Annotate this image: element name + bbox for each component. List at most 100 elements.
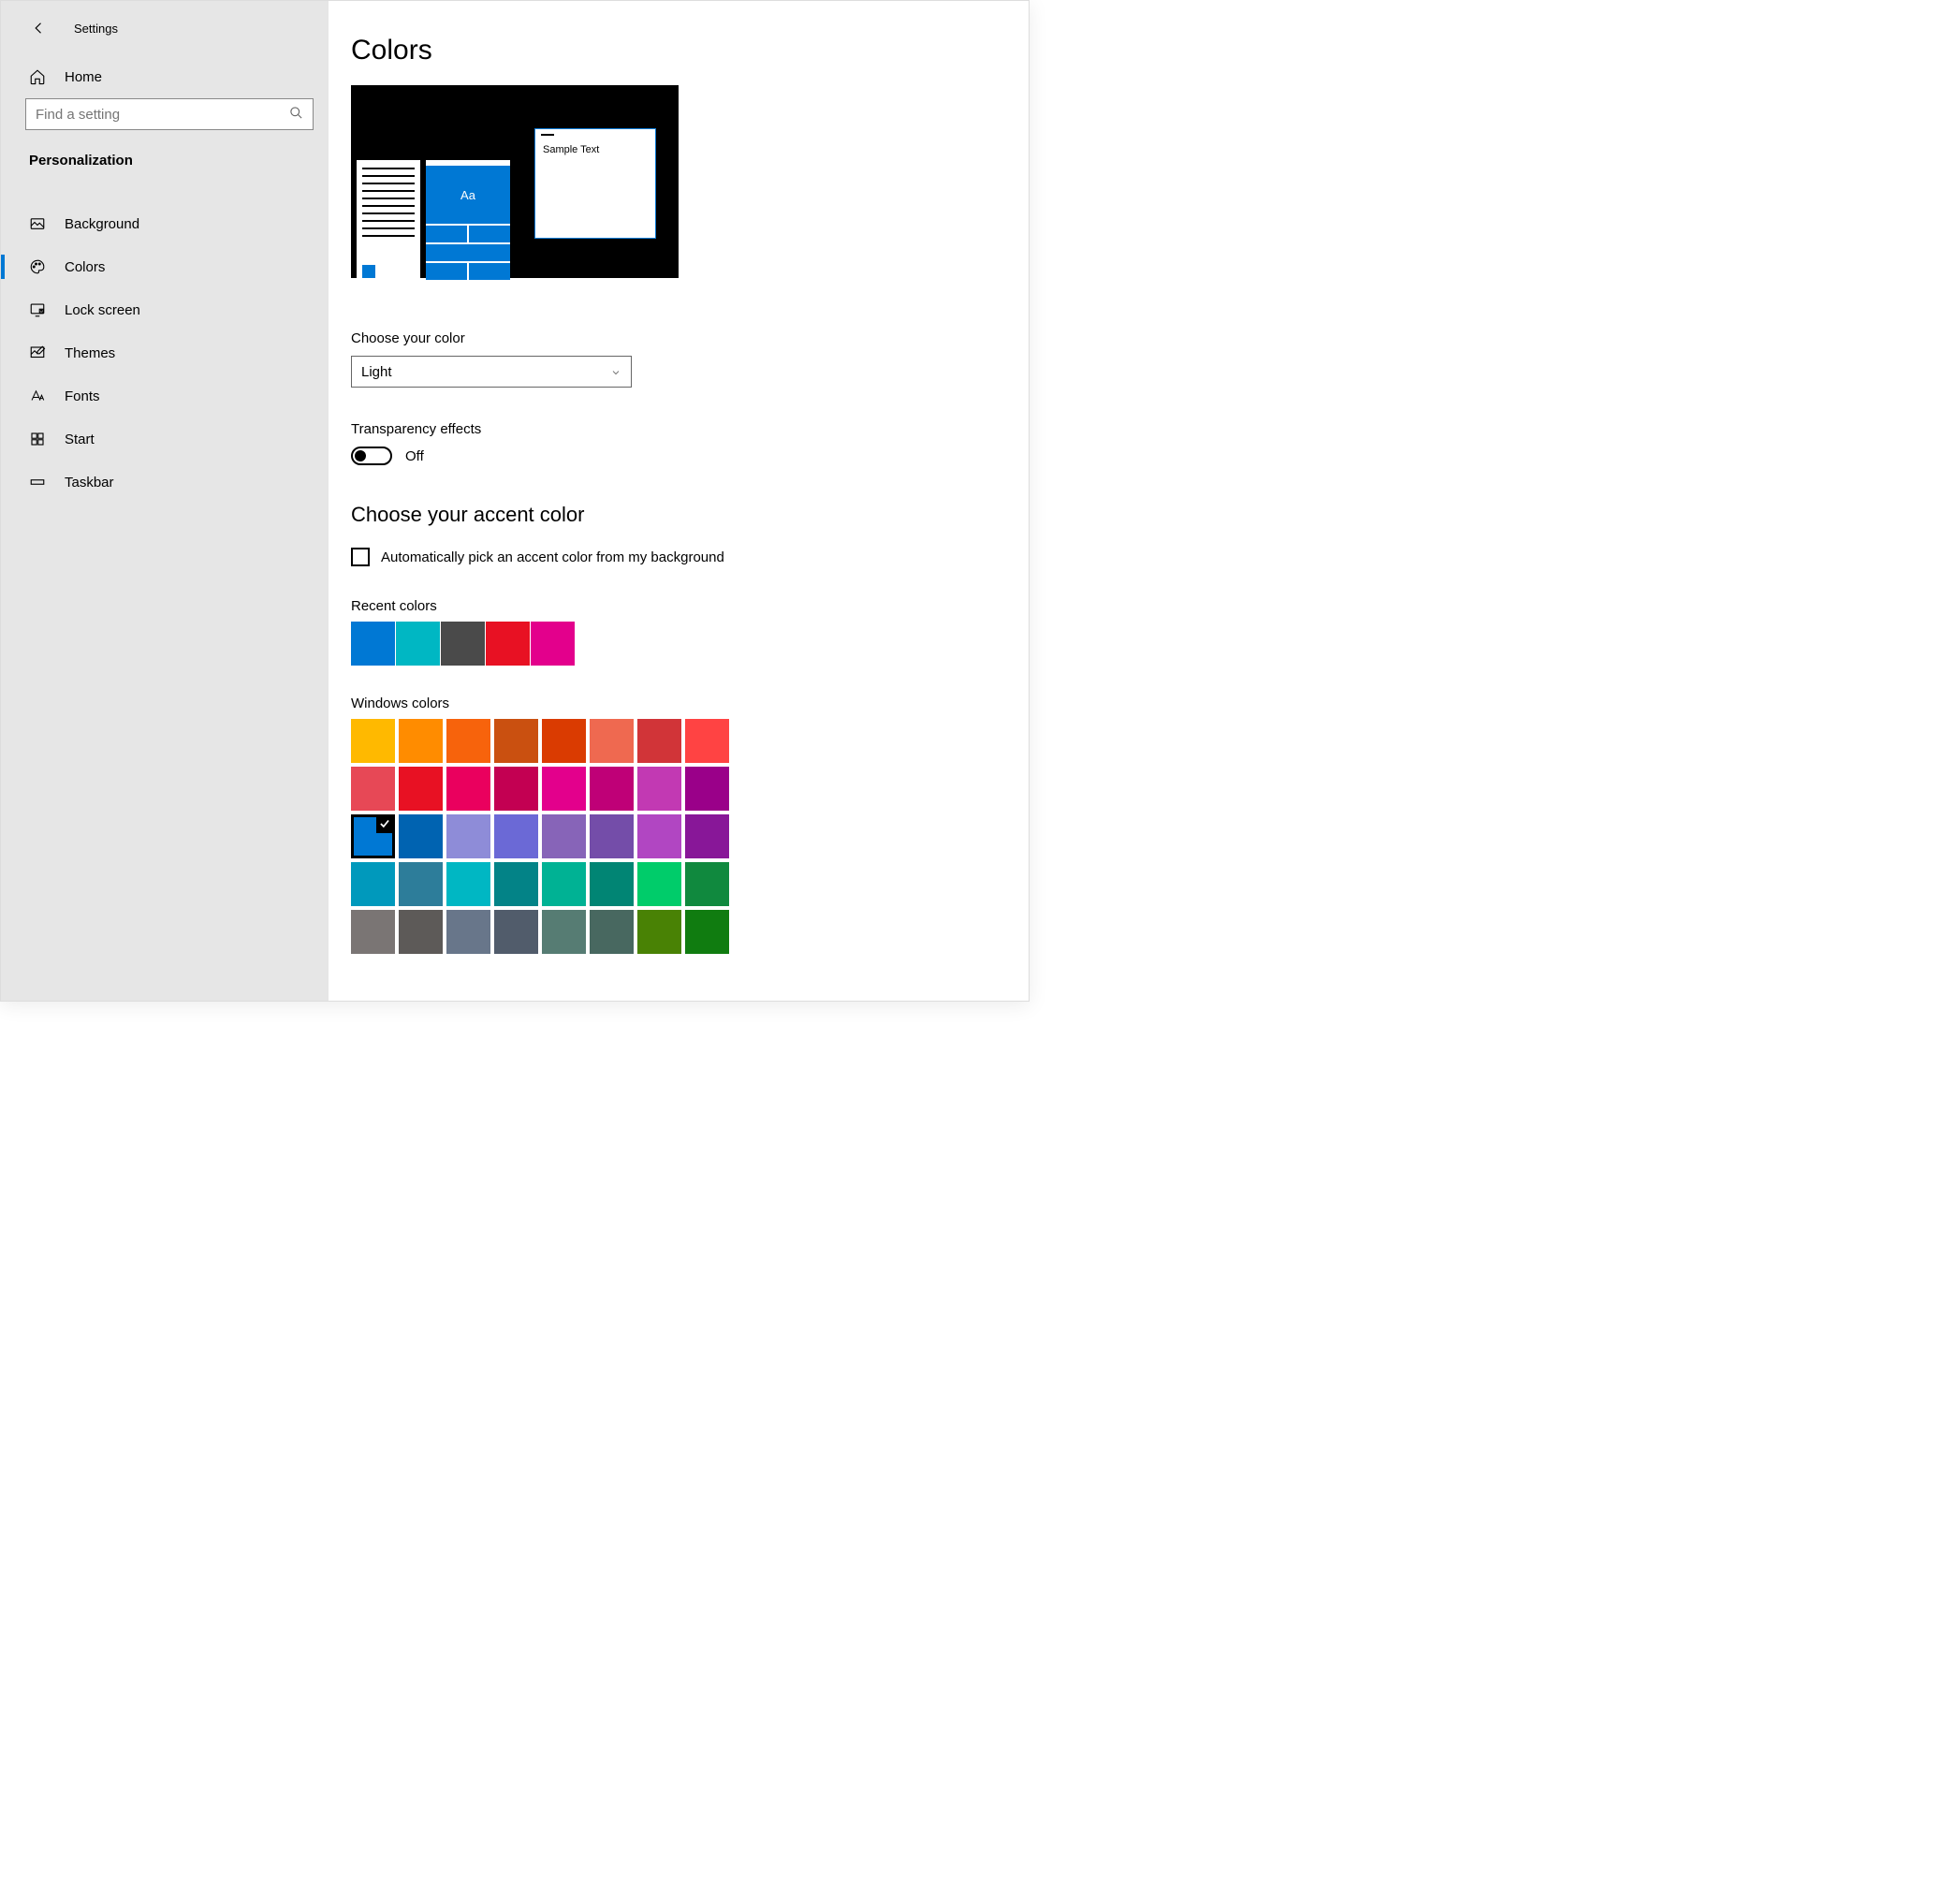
- nav-icon: [29, 344, 46, 361]
- windows-color-swatch[interactable]: [637, 910, 681, 954]
- preview-tile-aa: Aa: [426, 166, 510, 224]
- windows-color-swatch[interactable]: [494, 719, 538, 763]
- windows-color-swatch[interactable]: [590, 814, 634, 858]
- windows-color-swatch[interactable]: [685, 814, 729, 858]
- nav-item-label: Fonts: [65, 388, 100, 404]
- windows-color-swatch[interactable]: [399, 910, 443, 954]
- windows-color-swatch[interactable]: [446, 767, 490, 811]
- titlebar: Settings: [1, 10, 329, 55]
- windows-color-swatch[interactable]: [637, 767, 681, 811]
- recent-color-swatch[interactable]: [396, 622, 440, 666]
- nav-item-label: Taskbar: [65, 475, 114, 491]
- windows-color-swatch[interactable]: [685, 910, 729, 954]
- windows-color-swatch[interactable]: [590, 719, 634, 763]
- search-input-wrap[interactable]: [25, 98, 314, 130]
- nav-icon: [29, 474, 46, 491]
- recent-color-swatch[interactable]: [486, 622, 530, 666]
- transparency-value: Off: [405, 448, 424, 464]
- sidebar-item-taskbar[interactable]: Taskbar: [1, 461, 329, 504]
- windows-color-swatch[interactable]: [494, 910, 538, 954]
- windows-color-swatch[interactable]: [637, 719, 681, 763]
- recent-color-swatch[interactable]: [531, 622, 575, 666]
- windows-color-swatch[interactable]: [494, 862, 538, 906]
- main-content: Colors Sample Text Aa: [329, 1, 1029, 1001]
- windows-color-swatch[interactable]: [446, 719, 490, 763]
- nav-item-label: Themes: [65, 345, 115, 361]
- windows-color-swatch[interactable]: [685, 719, 729, 763]
- windows-color-swatch[interactable]: [685, 862, 729, 906]
- windows-color-swatch[interactable]: [446, 814, 490, 858]
- windows-color-swatch[interactable]: [446, 910, 490, 954]
- sidebar: Settings Home Personalization Background…: [1, 1, 329, 1001]
- windows-color-swatch[interactable]: [637, 862, 681, 906]
- windows-color-swatch[interactable]: [542, 767, 586, 811]
- windows-colors-grid: [351, 719, 1006, 954]
- auto-pick-label: Automatically pick an accent color from …: [381, 549, 724, 565]
- windows-color-swatch[interactable]: [590, 767, 634, 811]
- windows-color-swatch[interactable]: [542, 814, 586, 858]
- checkmark-icon: [378, 817, 391, 834]
- sidebar-item-themes[interactable]: Themes: [1, 331, 329, 374]
- back-button[interactable]: [29, 18, 50, 38]
- home-icon: [29, 68, 46, 85]
- sidebar-item-background[interactable]: Background: [1, 202, 329, 245]
- windows-color-swatch[interactable]: [351, 767, 395, 811]
- windows-color-swatch[interactable]: [399, 719, 443, 763]
- windows-color-swatch[interactable]: [351, 719, 395, 763]
- accent-heading: Choose your accent color: [351, 503, 1006, 527]
- transparency-label: Transparency effects: [351, 421, 1006, 437]
- home-label: Home: [65, 69, 102, 85]
- nav-list: Background Colors Lock screen Themes Fonts St…: [1, 182, 329, 504]
- windows-color-swatch[interactable]: [542, 862, 586, 906]
- recent-colors-label: Recent colors: [351, 598, 1006, 614]
- windows-color-swatch[interactable]: [590, 910, 634, 954]
- windows-color-swatch[interactable]: [590, 862, 634, 906]
- windows-color-swatch[interactable]: [351, 910, 395, 954]
- windows-color-swatch[interactable]: [542, 910, 586, 954]
- search-input[interactable]: [36, 107, 289, 123]
- windows-color-swatch[interactable]: [494, 814, 538, 858]
- chevron-down-icon: [610, 366, 621, 377]
- windows-color-swatch[interactable]: [542, 719, 586, 763]
- color-mode-value: Light: [361, 364, 392, 380]
- windows-color-swatch[interactable]: [685, 767, 729, 811]
- color-mode-dropdown[interactable]: Light: [351, 356, 632, 388]
- recent-color-swatch[interactable]: [351, 622, 395, 666]
- nav-icon: [29, 388, 46, 404]
- search-icon: [289, 106, 303, 124]
- windows-color-swatch[interactable]: [351, 862, 395, 906]
- windows-color-swatch[interactable]: [637, 814, 681, 858]
- transparency-toggle[interactable]: [351, 447, 392, 465]
- windows-color-swatch[interactable]: [494, 767, 538, 811]
- nav-item-label: Start: [65, 432, 95, 447]
- nav-item-label: Colors: [65, 259, 105, 275]
- windows-color-swatch[interactable]: [446, 862, 490, 906]
- back-arrow-icon: [31, 20, 48, 37]
- preview-sample-text: Sample Text: [535, 140, 655, 159]
- sidebar-item-colors[interactable]: Colors: [1, 245, 329, 288]
- windows-color-swatch[interactable]: [399, 862, 443, 906]
- nav-icon: [29, 258, 46, 275]
- auto-pick-checkbox[interactable]: [351, 548, 370, 566]
- sidebar-item-start[interactable]: Start: [1, 417, 329, 461]
- window-title: Settings: [74, 22, 118, 36]
- windows-colors-label: Windows colors: [351, 696, 1006, 711]
- windows-color-swatch[interactable]: [399, 814, 443, 858]
- nav-icon: [29, 431, 46, 447]
- nav-icon: [29, 301, 46, 318]
- nav-icon: [29, 215, 46, 232]
- section-header: Personalization: [1, 147, 329, 182]
- choose-color-label: Choose your color: [351, 330, 1006, 346]
- color-preview: Sample Text Aa: [351, 85, 679, 278]
- recent-colors-row: [351, 622, 1006, 666]
- page-title: Colors: [351, 35, 1006, 66]
- nav-item-label: Background: [65, 216, 139, 232]
- windows-color-swatch[interactable]: [351, 814, 395, 858]
- sidebar-item-lock-screen[interactable]: Lock screen: [1, 288, 329, 331]
- nav-item-label: Lock screen: [65, 302, 140, 318]
- recent-color-swatch[interactable]: [441, 622, 485, 666]
- preview-pane-list: [357, 160, 420, 278]
- sidebar-item-home[interactable]: Home: [1, 55, 329, 98]
- sidebar-item-fonts[interactable]: Fonts: [1, 374, 329, 417]
- windows-color-swatch[interactable]: [399, 767, 443, 811]
